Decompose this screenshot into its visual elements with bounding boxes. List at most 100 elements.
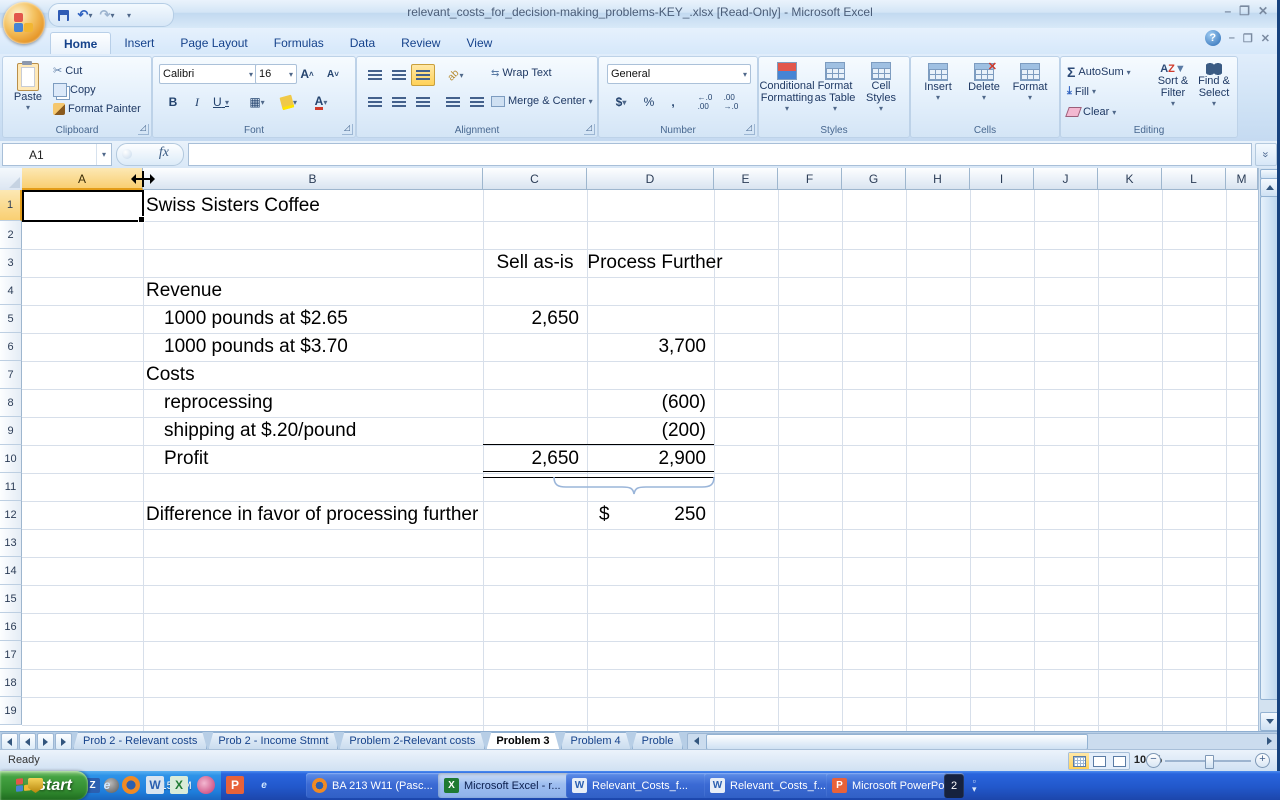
center-button[interactable]: [387, 91, 411, 113]
borders-button[interactable]: ▦▾: [245, 91, 269, 113]
key-icon[interactable]: [197, 776, 215, 794]
cell-d12[interactable]: $ 250: [587, 501, 714, 529]
number-dialog-launcher[interactable]: ◿: [744, 124, 755, 135]
scroll-right-button[interactable]: [1262, 736, 1276, 746]
previous-sheet-button[interactable]: [19, 733, 36, 750]
page-layout-view-button[interactable]: [1089, 753, 1109, 769]
row-header-19[interactable]: 19: [0, 697, 22, 725]
word-icon[interactable]: W: [146, 776, 164, 794]
brace-shape[interactable]: [552, 475, 716, 497]
workbook-minimize-button[interactable]: –: [1229, 32, 1235, 44]
format-cells-button[interactable]: Format▾: [1009, 63, 1051, 102]
page-break-view-button[interactable]: [1109, 753, 1129, 769]
name-box-dropdown-icon[interactable]: ▾: [96, 144, 111, 165]
internet-explorer-small-icon[interactable]: e: [255, 776, 273, 794]
bottom-align-button[interactable]: [411, 64, 435, 86]
delete-cells-button[interactable]: ✕ Delete▾: [963, 63, 1005, 102]
font-dialog-launcher[interactable]: ◿: [342, 124, 353, 135]
cell-b7[interactable]: Costs: [146, 361, 195, 389]
cell-c10[interactable]: 2,650: [483, 445, 587, 473]
cell-b1[interactable]: Swiss Sisters Coffee: [146, 190, 320, 221]
excel-icon[interactable]: X: [170, 776, 188, 794]
vertical-scrollbar[interactable]: [1258, 168, 1279, 731]
row-header-17[interactable]: 17: [0, 641, 22, 669]
sheet-tab-prob2-income-stmnt[interactable]: Prob 2 - Income Stmnt: [208, 732, 338, 750]
normal-view-button[interactable]: [1069, 753, 1089, 769]
workbook-close-button[interactable]: ✕: [1261, 32, 1270, 45]
cut-button[interactable]: ✂Cut: [53, 64, 82, 77]
conditional-formatting-button[interactable]: Conditional Formatting▾: [763, 62, 811, 113]
sheet-tab-prob2-relevant-costs[interactable]: Prob 2 - Relevant costs: [73, 732, 207, 750]
next-sheet-button[interactable]: [37, 733, 54, 750]
cell-b5[interactable]: 1000 pounds at $2.65: [164, 305, 348, 333]
row-header-14[interactable]: 14: [0, 557, 22, 585]
find-select-button[interactable]: Find & Select▾: [1195, 63, 1233, 108]
row-header-18[interactable]: 18: [0, 669, 22, 697]
cell-styles-button[interactable]: Cell Styles▾: [859, 62, 903, 113]
taskbar-button-doc2[interactable]: W Relevant_Costs_f...: [704, 773, 832, 798]
font-name-select[interactable]: Calibri▾: [159, 64, 257, 84]
format-as-table-button[interactable]: Format as Table▾: [813, 62, 857, 113]
cell-d8[interactable]: (600): [587, 389, 714, 417]
cell-b6[interactable]: 1000 pounds at $3.70: [164, 333, 348, 361]
shrink-font-button[interactable]: A˅: [321, 63, 345, 85]
clipboard-dialog-launcher[interactable]: ◿: [138, 124, 149, 135]
grouped-windows-button[interactable]: 2: [944, 773, 964, 798]
row-header-4[interactable]: 4: [0, 277, 22, 305]
cell-b10[interactable]: Profit: [164, 445, 208, 473]
column-header-i[interactable]: I: [970, 168, 1034, 190]
copy-button[interactable]: Copy: [53, 83, 96, 97]
row-header-15[interactable]: 15: [0, 585, 22, 613]
office-button[interactable]: [3, 2, 45, 44]
taskbar-button-doc1[interactable]: W Relevant_Costs_f...: [566, 773, 710, 798]
column-header-h[interactable]: H: [906, 168, 970, 190]
minimize-button[interactable]: –: [1224, 4, 1231, 18]
increase-decimal-button[interactable]: ←.0.00: [693, 91, 717, 113]
row-header-1[interactable]: 1: [0, 190, 22, 221]
percent-style-button[interactable]: %: [637, 91, 661, 113]
customize-qat-button[interactable]: ▾: [121, 7, 137, 23]
cell-b9[interactable]: shipping at $.20/pound: [164, 417, 356, 445]
sheet-tab-problem2-relevant-costs[interactable]: Problem 2-Relevant costs: [339, 732, 485, 750]
row-header-6[interactable]: 6: [0, 333, 22, 361]
save-button[interactable]: [55, 7, 71, 23]
paste-button[interactable]: Paste ▾: [9, 63, 47, 112]
row-header-7[interactable]: 7: [0, 361, 22, 389]
row-header-10[interactable]: 10: [0, 445, 22, 473]
column-header-b[interactable]: B: [143, 168, 483, 190]
tab-home[interactable]: Home: [50, 32, 111, 55]
taskbar-button-ba213[interactable]: BA 213 W11 (Pasc...: [306, 773, 444, 798]
workbook-restore-button[interactable]: ❐: [1243, 32, 1253, 45]
row-header-9[interactable]: 9: [0, 417, 22, 445]
number-format-select[interactable]: General▾: [607, 64, 751, 84]
cell-b12[interactable]: Difference in favor of processing furthe…: [146, 501, 478, 529]
fill-button[interactable]: ⤓Fill▾: [1067, 85, 1096, 98]
horizontal-scroll-thumb[interactable]: [706, 734, 1088, 750]
column-header-m[interactable]: M: [1226, 168, 1258, 190]
restore-button[interactable]: ❐: [1239, 4, 1250, 18]
row-header-3[interactable]: 3: [0, 249, 22, 277]
expand-formula-bar-button[interactable]: «: [1255, 143, 1277, 166]
zoom-in-button[interactable]: +: [1255, 753, 1270, 768]
internet-explorer-icon[interactable]: e: [98, 776, 116, 794]
row-header-5[interactable]: 5: [0, 305, 22, 333]
column-header-j[interactable]: J: [1034, 168, 1098, 190]
powerpoint-icon[interactable]: P: [226, 776, 244, 794]
column-header-d[interactable]: D: [587, 168, 714, 190]
insert-function-button[interactable]: fx: [116, 143, 184, 166]
taskbar-button-excel[interactable]: X Microsoft Excel - r...: [438, 773, 572, 798]
column-header-g[interactable]: G: [842, 168, 906, 190]
grow-font-button[interactable]: A˄: [295, 63, 319, 85]
sheet-tab-problem5[interactable]: Proble: [632, 732, 684, 750]
sheet-tab-problem3[interactable]: Problem 3: [486, 732, 559, 750]
row-header-13[interactable]: 13: [0, 529, 22, 557]
align-right-button[interactable]: [411, 91, 435, 113]
font-size-select[interactable]: 16▾: [255, 64, 297, 84]
tab-formulas[interactable]: Formulas: [261, 32, 337, 54]
wrap-text-button[interactable]: ⇆Wrap Text: [491, 67, 552, 79]
row-header-2[interactable]: 2: [0, 221, 22, 249]
column-header-f[interactable]: F: [778, 168, 842, 190]
decrease-indent-button[interactable]: [441, 91, 465, 113]
taskbar-chevron-icon[interactable]: ▫▾: [972, 777, 977, 793]
cell-d3[interactable]: Process Further: [580, 249, 730, 277]
